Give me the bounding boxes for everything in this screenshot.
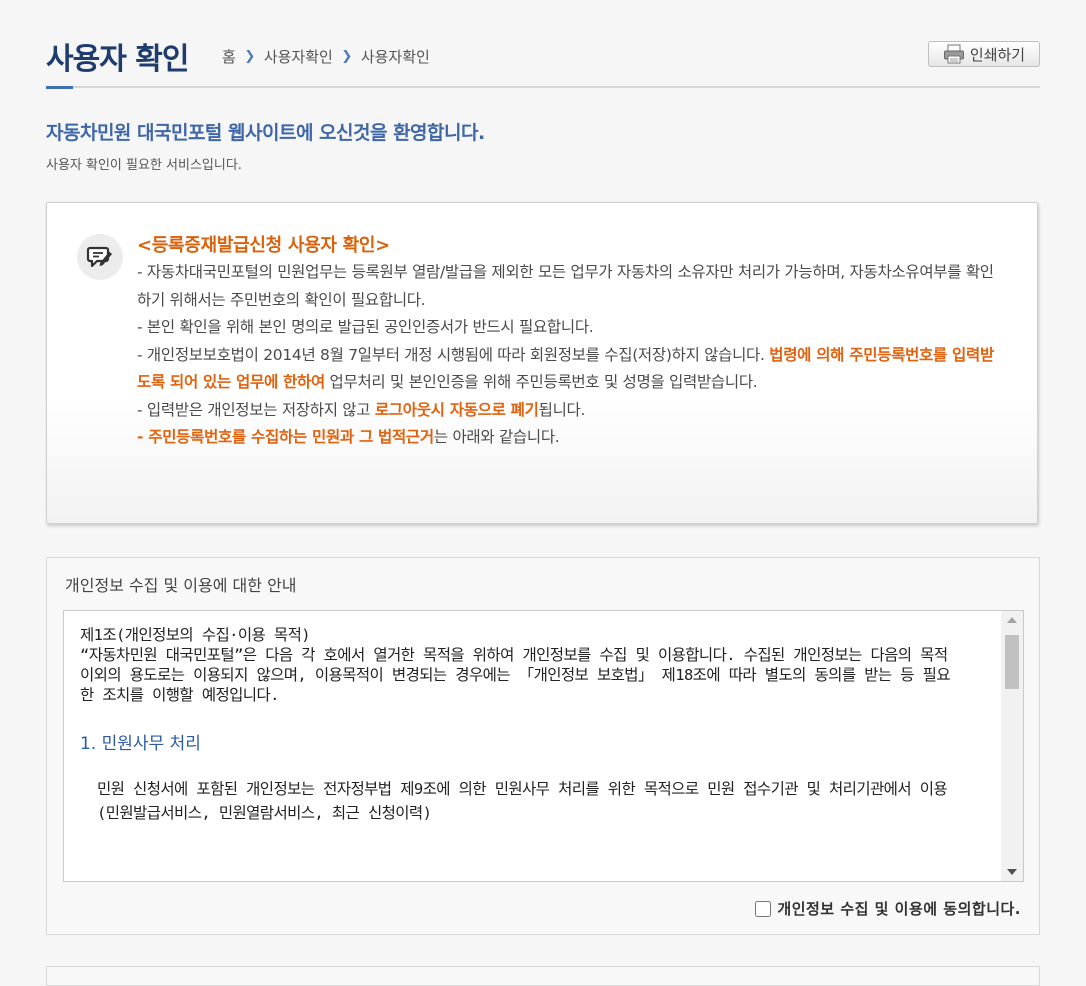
notice-heading: <등록증재발급신청 사용자 확인> <box>137 235 390 256</box>
notice-line-4-text-a: - 입력받은 개인정보는 저장하지 않고 <box>137 400 375 419</box>
breadcrumb-user-check-2: 사용자확인 <box>360 48 430 66</box>
notice-line-4: - 입력받은 개인정보는 저장하지 않고 로그아웃시 자동으로 폐기됩니다. <box>137 397 1007 425</box>
notice-line-2: - 본인 확인을 위해 본인 명의로 발급된 공인인증서가 반드시 필요합니다. <box>137 318 594 336</box>
notice-line-1: - 자동차대국민포털의 민원업무는 등록원부 열람/발급을 제외한 모든 업무가… <box>137 263 994 309</box>
chevron-right-icon: ❯ <box>244 49 256 64</box>
breadcrumb-home[interactable]: 홈 <box>222 46 236 67</box>
notice-line-3: - 개인정보보호법이 2014년 8월 7일부터 개정 시행됨에 따라 회원정보… <box>137 342 1007 397</box>
print-button-label: 인쇄하기 <box>969 45 1026 64</box>
privacy-terms-content: 제1조(개인정보의 수집·이용 목적) “자동차민원 대국민포털”은 다음 각 … <box>80 625 958 825</box>
page-title: 사용자 확인 <box>46 42 189 77</box>
breadcrumb: 홈 ❯ 사용자확인 ❯ 사용자확인 <box>222 46 430 67</box>
privacy-terms-scrollbox[interactable]: 제1조(개인정보의 수집·이용 목적) “자동차민원 대국민포털”은 다음 각 … <box>63 610 1024 882</box>
chevron-right-icon: ❯ <box>341 49 353 64</box>
notice-line-4-text-b: 됩니다. <box>538 400 586 419</box>
notice-line-5-highlight: - 주민등록번호를 수집하는 민원과 그 법적근거 <box>137 428 434 446</box>
notice-line-5-text-b: 는 아래와 같습니다. <box>433 428 560 446</box>
next-section-panel <box>46 966 1040 986</box>
notice-line-3-text-b: 업무처리 및 본인인증을 위해 주민등록번호 및 성명을 입력받습니다. <box>324 373 758 391</box>
privacy-panel-title: 개인정보 수집 및 이용에 대한 안내 <box>65 576 297 595</box>
print-button[interactable]: 인쇄하기 <box>928 41 1040 67</box>
printer-icon <box>943 44 965 64</box>
privacy-agree-text: 개인정보 수집 및 이용에 동의합니다. <box>777 900 1021 918</box>
article-title: 제1조(개인정보의 수집·이용 목적) <box>80 626 311 644</box>
terms-scrollbar[interactable] <box>1001 611 1023 881</box>
user-check-notice-box: <등록증재발급신청 사용자 확인> - 자동차대국민포털의 민원업무는 등록원부… <box>46 202 1038 524</box>
section-1-title: 1. 민원사무 처리 <box>80 734 201 754</box>
privacy-agree-label[interactable]: 개인정보 수집 및 이용에 동의합니다. <box>755 898 1021 919</box>
breadcrumb-user-check-1[interactable]: 사용자확인 <box>264 46 333 67</box>
notice-line-4-highlight: 로그아웃시 자동으로 폐기 <box>374 400 539 419</box>
scroll-thumb[interactable] <box>1005 635 1019 689</box>
section-1-body: 민원 신청서에 포함된 개인정보는 전자정부법 제9조에 의한 민원사무 처리를… <box>97 780 948 822</box>
notice-text: <등록증재발급신청 사용자 확인> - 자동차대국민포털의 민원업무는 등록원부… <box>137 233 1007 452</box>
memo-pencil-icon <box>77 234 123 280</box>
scroll-down-arrow-icon[interactable] <box>1001 863 1023 881</box>
welcome-subtitle: 사용자 확인이 필요한 서비스입니다. <box>46 158 242 173</box>
notice-line-3-text-a: - 개인정보보호법이 2014년 8월 7일부터 개정 시행됨에 따라 회원정보… <box>137 345 770 364</box>
privacy-consent-panel: 개인정보 수집 및 이용에 대한 안내 제1조(개인정보의 수집·이용 목적) … <box>46 557 1040 935</box>
header-divider <box>46 86 1040 89</box>
welcome-title: 자동차민원 대국민포털 웹사이트에 오신것을 환영합니다. <box>46 122 485 144</box>
article-body: “자동차민원 대국민포털”은 다음 각 호에서 열거한 목적을 위하여 개인정보… <box>80 646 951 704</box>
notice-line-5: - 주민등록번호를 수집하는 민원과 그 법적근거는 아래와 같습니다. <box>137 424 1007 452</box>
privacy-agree-checkbox[interactable] <box>755 900 772 917</box>
scroll-up-arrow-icon[interactable] <box>1001 611 1023 629</box>
page: 사용자 확인 홈 ❯ 사용자확인 ❯ 사용자확인 인쇄하기 자동차민원 대국민포… <box>0 0 1086 986</box>
header-divider-accent <box>46 86 73 89</box>
